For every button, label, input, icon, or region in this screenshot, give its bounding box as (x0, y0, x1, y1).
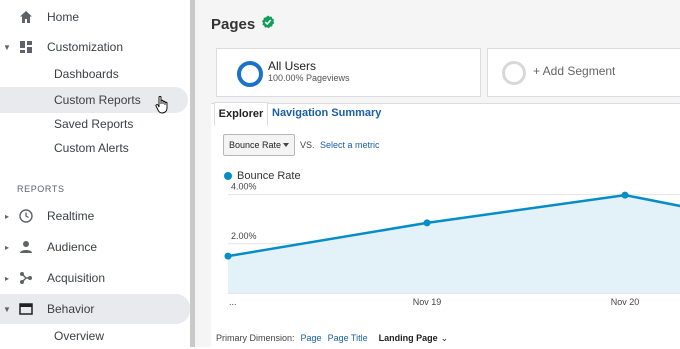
nav-behavior[interactable]: ▼ Behavior (0, 294, 190, 324)
nav-customization[interactable]: ▼ Customization (0, 32, 190, 62)
primary-dimension-label: Primary Dimension: (216, 333, 295, 343)
sidebar-item-label: Overview (54, 329, 105, 343)
chevron-right-icon[interactable]: ▸ (0, 212, 14, 221)
sidebar-item-custom-alerts[interactable]: Custom Alerts (0, 135, 188, 161)
x-tick-label: ... (229, 297, 237, 307)
sidebar-item-overview[interactable]: Overview (0, 323, 188, 349)
dimension-landing-page[interactable]: Landing Page (379, 333, 438, 344)
chevron-down-icon[interactable]: ⌄ (441, 333, 449, 344)
chevron-right-icon[interactable]: ▸ (0, 243, 14, 252)
clock-icon (18, 208, 34, 224)
person-icon (18, 239, 34, 255)
sidebar-item-dashboards[interactable]: Dashboards (0, 61, 188, 87)
sidebar-item-label: Dashboards (54, 67, 119, 81)
nav-acquisition-label: Acquisition (47, 271, 106, 285)
bounce-rate-chart: 4.00% 2.00%... Nov 19 Nov 20 (224, 182, 680, 307)
data-point (224, 252, 232, 260)
nav-acquisition[interactable]: ▸ Acquisition (0, 263, 190, 293)
nav-realtime-label: Realtime (47, 209, 95, 223)
nav-realtime[interactable]: ▸ Realtime (0, 201, 190, 231)
sidebar-item-label: Custom Reports (54, 93, 141, 107)
nav-audience-label: Audience (47, 240, 98, 254)
x-tick-label: Nov 19 (413, 297, 442, 307)
chevron-right-icon[interactable]: ▸ (0, 274, 14, 283)
nav-behavior-label: Behavior (47, 302, 95, 316)
dashboard-grid-icon (18, 39, 34, 55)
sidebar-item-custom-reports[interactable]: Custom Reports (0, 87, 188, 114)
sidebar-item-label: Custom Alerts (54, 141, 129, 155)
chevron-down-icon[interactable]: ▼ (0, 305, 14, 314)
x-tick-label: Nov 20 (611, 297, 640, 307)
main-content: Pages All Users 100.00% Pageviews + Add … (195, 0, 680, 348)
nav-home[interactable]: Home (0, 2, 190, 32)
chevron-down-icon[interactable]: ▼ (0, 43, 14, 52)
nav-home-label: Home (47, 10, 80, 24)
primary-dimension-row: Primary Dimension: Page Page Title Landi… (216, 333, 448, 344)
data-point (621, 191, 629, 199)
behavior-icon (18, 301, 34, 317)
nav-audience[interactable]: ▸ Audience (0, 232, 190, 262)
y-tick-label: 2.00% (231, 231, 257, 241)
acquisition-icon (18, 270, 34, 286)
section-header-reports: REPORTS (17, 184, 65, 194)
sidebar-item-saved-reports[interactable]: Saved Reports (0, 111, 188, 137)
nav-customization-label: Customization (47, 40, 124, 54)
sidebar-item-label: Saved Reports (54, 117, 134, 131)
data-point (423, 219, 431, 227)
sidebar: Home ▼ Customization Dashboards Custom R… (0, 0, 190, 347)
home-icon (18, 9, 34, 25)
dimension-page-link[interactable]: Page (301, 333, 322, 344)
y-tick-label: 4.00% (231, 182, 257, 192)
dimension-page-title-link[interactable]: Page Title (328, 333, 368, 344)
